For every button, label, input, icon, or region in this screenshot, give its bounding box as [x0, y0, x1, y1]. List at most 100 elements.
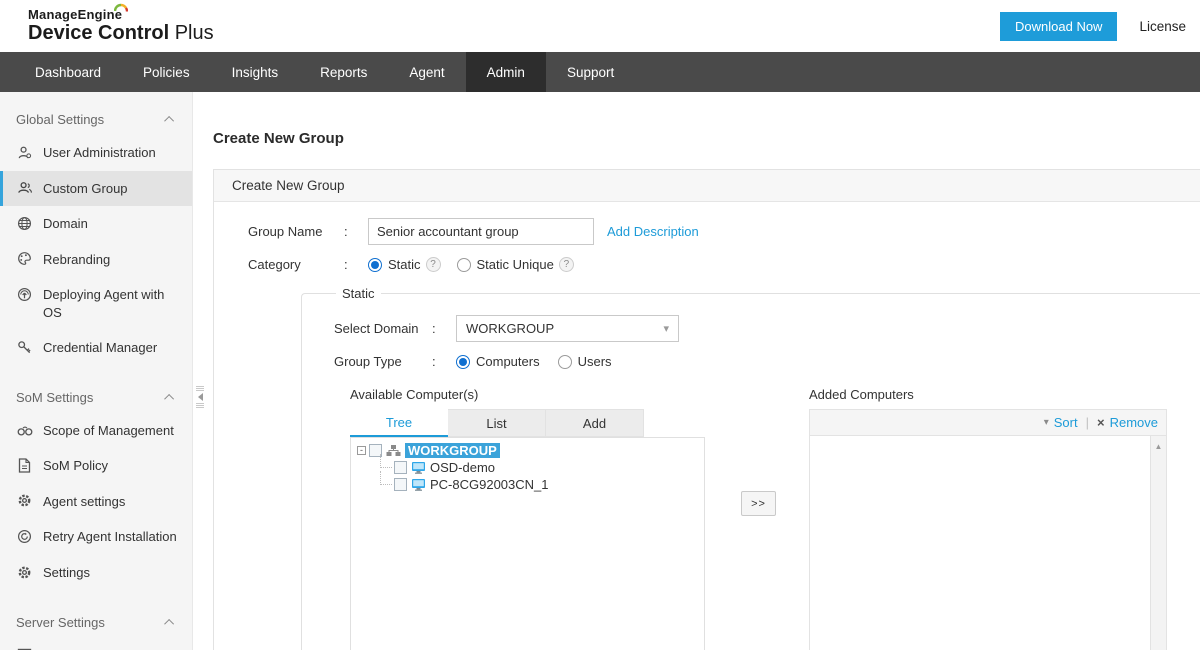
added-toolbar: ▾ Sort | × Remove	[810, 410, 1166, 436]
group-type-computers-radio[interactable]	[456, 355, 470, 369]
selection-columns: Available Computer(s) Tree List Add -	[334, 387, 1200, 650]
tree-node-osd-demo[interactable]: OSD-demo	[430, 460, 495, 475]
nav-tab-reports[interactable]: Reports	[299, 52, 388, 92]
static-help-icon[interactable]: ?	[426, 257, 441, 272]
chevron-up-icon	[164, 394, 174, 404]
add-description-link[interactable]: Add Description	[607, 224, 699, 239]
sidebar-item-label: Agent settings	[43, 493, 125, 511]
static-unique-help-icon[interactable]: ?	[559, 257, 574, 272]
product-name-bold: Device Control	[28, 22, 169, 44]
tab-tree[interactable]: Tree	[350, 409, 448, 437]
create-group-panel: Create New Group Group Name Add Descript…	[213, 169, 1200, 650]
sidebar-section-server-settings[interactable]: Server Settings	[0, 605, 192, 638]
sidebar-item-deploying-agent-with-os[interactable]: Deploying Agent with OS	[0, 277, 192, 330]
sidebar-item-scope-of-management[interactable]: Scope of Management	[0, 413, 192, 449]
sidebar-item-custom-group[interactable]: Custom Group	[0, 171, 192, 207]
sidebar-item-label: Settings	[43, 564, 90, 582]
nav-tab-dashboard[interactable]: Dashboard	[14, 52, 122, 92]
chevron-up-icon	[164, 619, 174, 629]
group-type-users-radio[interactable]	[558, 355, 572, 369]
remove-x-icon: ×	[1097, 415, 1105, 430]
scroll-up-icon: ▲	[1155, 442, 1163, 650]
pc-8cg92003cn-1-checkbox[interactable]	[394, 478, 407, 491]
grip-line	[196, 388, 204, 389]
deploy-icon	[16, 286, 33, 302]
category-static-radio[interactable]	[368, 258, 382, 272]
added-computers-list: ▲	[810, 436, 1166, 650]
sidebar-item-credential-manager[interactable]: Credential Manager	[0, 330, 192, 366]
sidebar-item-agent-settings[interactable]: Agent settings	[0, 484, 192, 520]
added-computers-title: Added Computers	[809, 387, 1167, 402]
app-header: ManageEngine Device Control Plus Downloa…	[0, 0, 1200, 52]
computer-icon	[411, 478, 426, 491]
group-type-label: Group Type	[334, 354, 432, 369]
sidebar-item-label: SoM Policy	[43, 457, 108, 475]
sidebar-item-server-settings[interactable]: Server Settings	[0, 638, 192, 650]
sort-link[interactable]: Sort	[1054, 415, 1078, 430]
tree-child-row: PC-8CG92003CN_1	[377, 476, 698, 493]
move-right-button[interactable]: >>	[741, 491, 776, 516]
available-computers-column: Available Computer(s) Tree List Add -	[350, 387, 705, 650]
select-domain-row: Select Domain WORKGROUP ▾	[334, 315, 1200, 342]
sidebar-section-som-settings[interactable]: SoM Settings	[0, 380, 192, 413]
sidebar-collapse-handle[interactable]	[194, 380, 206, 414]
sidebar-item-settings[interactable]: Settings	[0, 555, 192, 591]
tab-list[interactable]: List	[448, 409, 546, 437]
download-now-button[interactable]: Download Now	[1000, 12, 1117, 41]
gear-icon	[16, 564, 33, 580]
tab-add[interactable]: Add	[546, 409, 644, 437]
key-icon	[16, 339, 33, 355]
sidebar-item-domain[interactable]: Domain	[0, 206, 192, 242]
group-name-row: Group Name Add Description	[248, 218, 1200, 245]
brand-logo: ManageEngine Device Control Plus	[28, 8, 214, 44]
tree-collapse-icon[interactable]: -	[357, 446, 366, 455]
scrollbar[interactable]: ▲	[1150, 436, 1166, 650]
server-icon	[16, 647, 33, 650]
sidebar-item-label: Server Settings	[43, 647, 132, 650]
users-icon	[16, 180, 33, 196]
sidebar-item-label: User Administration	[43, 144, 156, 162]
sidebar-item-rebranding[interactable]: Rebranding	[0, 242, 192, 278]
product-name-light: Plus	[175, 22, 214, 44]
sidebar-item-som-policy[interactable]: SoM Policy	[0, 448, 192, 484]
domain-select[interactable]: WORKGROUP ▾	[456, 315, 679, 342]
group-type-computers-label[interactable]: Computers	[476, 354, 540, 369]
sidebar-item-label: Credential Manager	[43, 339, 157, 357]
nav-tab-agent[interactable]: Agent	[388, 52, 465, 92]
group-name-input[interactable]	[368, 218, 594, 245]
globe-icon	[16, 215, 33, 231]
osd-demo-checkbox[interactable]	[394, 461, 407, 474]
brand-manageengine-text: ManageEngine	[28, 7, 122, 22]
sidebar-section-global-settings[interactable]: Global Settings	[0, 102, 192, 135]
category-static-unique-label[interactable]: Static Unique	[477, 257, 554, 272]
colon	[344, 224, 368, 239]
remove-link[interactable]: Remove	[1110, 415, 1158, 430]
product-name: Device Control Plus	[28, 22, 214, 44]
brand-manageengine: ManageEngine	[28, 8, 122, 22]
license-link[interactable]: License	[1139, 19, 1186, 34]
nav-tab-admin[interactable]: Admin	[466, 52, 546, 92]
sidebar-item-retry-agent-installation[interactable]: Retry Agent Installation	[0, 519, 192, 555]
category-label: Category	[248, 257, 344, 272]
nav-tab-support[interactable]: Support	[546, 52, 635, 92]
category-static-unique-radio[interactable]	[457, 258, 471, 272]
tree-node-pc-8cg92003cn-1[interactable]: PC-8CG92003CN_1	[430, 477, 549, 492]
grip-line	[196, 390, 204, 391]
sidebar-item-user-administration[interactable]: User Administration	[0, 135, 192, 171]
group-type-users-label[interactable]: Users	[578, 354, 612, 369]
panel-body: Group Name Add Description Category Stat…	[214, 202, 1200, 650]
tree-connector	[380, 471, 392, 485]
tree-node-workgroup[interactable]: WORKGROUP	[405, 443, 500, 458]
nav-tab-policies[interactable]: Policies	[122, 52, 211, 92]
added-computers-column: Added Computers ▾ Sort | × Remove	[809, 387, 1167, 650]
header-actions: Download Now License	[1000, 12, 1186, 41]
nav-tab-insights[interactable]: Insights	[211, 52, 300, 92]
tree-child-row: OSD-demo	[377, 459, 698, 476]
sort-caret-icon: ▾	[1044, 417, 1049, 428]
category-static-label[interactable]: Static	[388, 257, 421, 272]
sidebar-item-label: Domain	[43, 215, 88, 233]
tree-root-row: - WORKGROUP	[357, 442, 698, 459]
available-tabs: Tree List Add	[350, 409, 645, 437]
chevron-up-icon	[164, 116, 174, 126]
colon	[432, 321, 456, 336]
